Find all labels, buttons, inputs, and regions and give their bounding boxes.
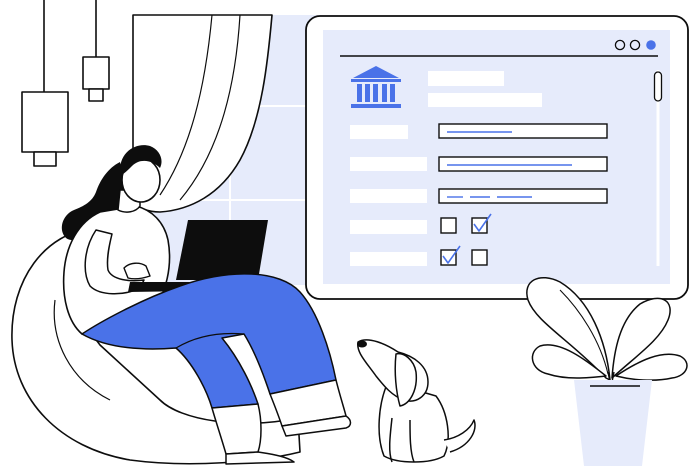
text-input[interactable]: [438, 123, 608, 139]
form-label: [350, 220, 427, 234]
text-input[interactable]: [438, 156, 608, 172]
potted-plant: [526, 277, 688, 466]
monitor: [305, 15, 689, 300]
header-subtitle-placeholder: [428, 93, 542, 107]
illustration: [11, 0, 689, 466]
form-label: [350, 157, 427, 171]
pendant-lamp-right: [82, 0, 110, 102]
scrollbar-thumb[interactable]: [653, 71, 663, 102]
hand: [123, 262, 151, 280]
checkbox-unchecked[interactable]: [471, 249, 488, 266]
form-label: [350, 189, 427, 203]
header-title-placeholder: [428, 71, 504, 86]
text-input[interactable]: [438, 188, 608, 204]
form-label: [350, 252, 427, 266]
checkbox-unchecked[interactable]: [440, 217, 457, 234]
dog: [357, 339, 476, 463]
circle-filled-icon: [646, 40, 656, 50]
pendant-lamp-left: [21, 0, 69, 167]
form-label: [350, 125, 408, 139]
